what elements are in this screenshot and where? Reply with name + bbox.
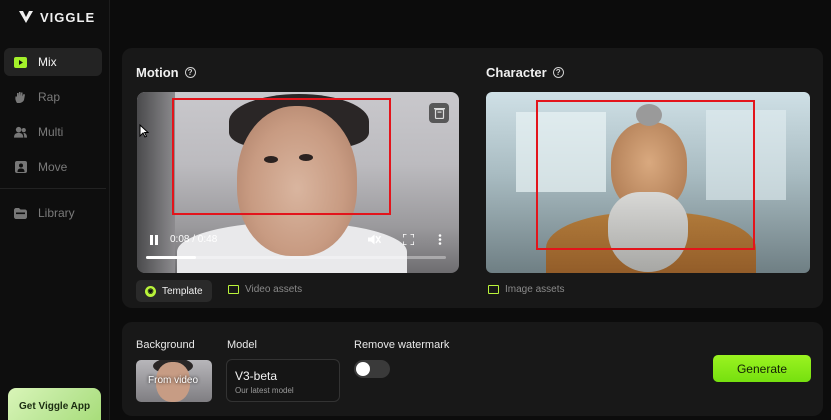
sidebar-item-label: Multi: [38, 125, 64, 139]
sidebar-item-library[interactable]: Library: [4, 199, 102, 227]
get-app-banner[interactable]: Get Viggle App: [8, 388, 101, 420]
background-value: From video: [148, 375, 199, 386]
motion-title: Motion: [136, 65, 179, 80]
pause-button[interactable]: [150, 235, 159, 245]
sidebar: VIGGLE Mix Rap Multi Move Library Get Vi…: [0, 0, 110, 420]
fullscreen-icon[interactable]: [403, 234, 414, 245]
sidebar-item-label: Rap: [38, 90, 61, 104]
remove-watermark-toggle[interactable]: [354, 360, 390, 378]
character-title: Character: [486, 65, 547, 80]
motion-header: Motion ?: [136, 65, 196, 80]
viggle-logo[interactable]: VIGGLE: [18, 9, 95, 25]
tab-template-label: Template: [162, 285, 203, 297]
help-icon[interactable]: ?: [552, 67, 564, 78]
trash-icon: [433, 108, 445, 119]
video-progress-fill: [146, 256, 197, 259]
play-square-icon: [14, 56, 27, 69]
generate-button[interactable]: Generate: [713, 355, 811, 382]
background-selector[interactable]: From video: [136, 360, 212, 402]
folder-icon: [488, 285, 499, 294]
video-time: 0:08 / 0:48: [170, 234, 218, 245]
more-options-icon[interactable]: [438, 234, 442, 245]
get-app-label: Get Viggle App: [19, 401, 91, 412]
background-label: Background: [136, 339, 195, 351]
folder-icon: [228, 285, 239, 294]
sidebar-divider: [0, 188, 106, 189]
folder-icon: [14, 207, 27, 220]
mute-icon[interactable]: [368, 234, 381, 245]
tab-video-assets[interactable]: Video assets: [228, 284, 302, 295]
model-selector[interactable]: V3-beta Our latest model: [226, 359, 340, 402]
video-progress-bar[interactable]: [146, 256, 446, 259]
character-header: Character ?: [486, 65, 564, 80]
model-label: Model: [227, 339, 257, 351]
sidebar-nav: Mix Rap Multi Move Library: [0, 48, 106, 234]
hand-icon: [14, 91, 27, 104]
sidebar-item-rap[interactable]: Rap: [4, 83, 102, 111]
sidebar-item-multi[interactable]: Multi: [4, 118, 102, 146]
brand-name: VIGGLE: [40, 9, 96, 25]
remove-watermark-label: Remove watermark: [354, 339, 450, 351]
template-icon: ◉: [145, 285, 156, 297]
sidebar-item-label: Library: [38, 206, 75, 220]
sidebar-item-label: Move: [38, 160, 68, 174]
annotation-box-face: [172, 98, 391, 215]
toggle-knob: [356, 362, 370, 376]
help-icon[interactable]: ?: [184, 67, 196, 78]
viggle-logo-icon: [19, 11, 33, 23]
image-assets-label: Image assets: [505, 284, 565, 295]
users-icon: [14, 126, 27, 139]
video-controls: 0:08 / 0:48: [146, 232, 451, 262]
sidebar-item-label: Mix: [38, 55, 57, 69]
annotation-box-character: [536, 100, 755, 250]
delete-video-button[interactable]: [429, 103, 449, 123]
mouse-cursor-icon: [139, 124, 149, 138]
model-name: V3-beta: [235, 369, 278, 383]
generate-label: Generate: [736, 361, 788, 376]
tab-image-assets[interactable]: Image assets: [488, 284, 564, 295]
person-square-icon: [14, 161, 27, 174]
sidebar-item-mix[interactable]: Mix: [4, 48, 102, 76]
sidebar-item-move[interactable]: Move: [4, 153, 102, 181]
video-assets-label: Video assets: [245, 284, 303, 295]
tab-template[interactable]: ◉ Template: [136, 280, 212, 302]
model-description: Our latest model: [235, 386, 294, 395]
